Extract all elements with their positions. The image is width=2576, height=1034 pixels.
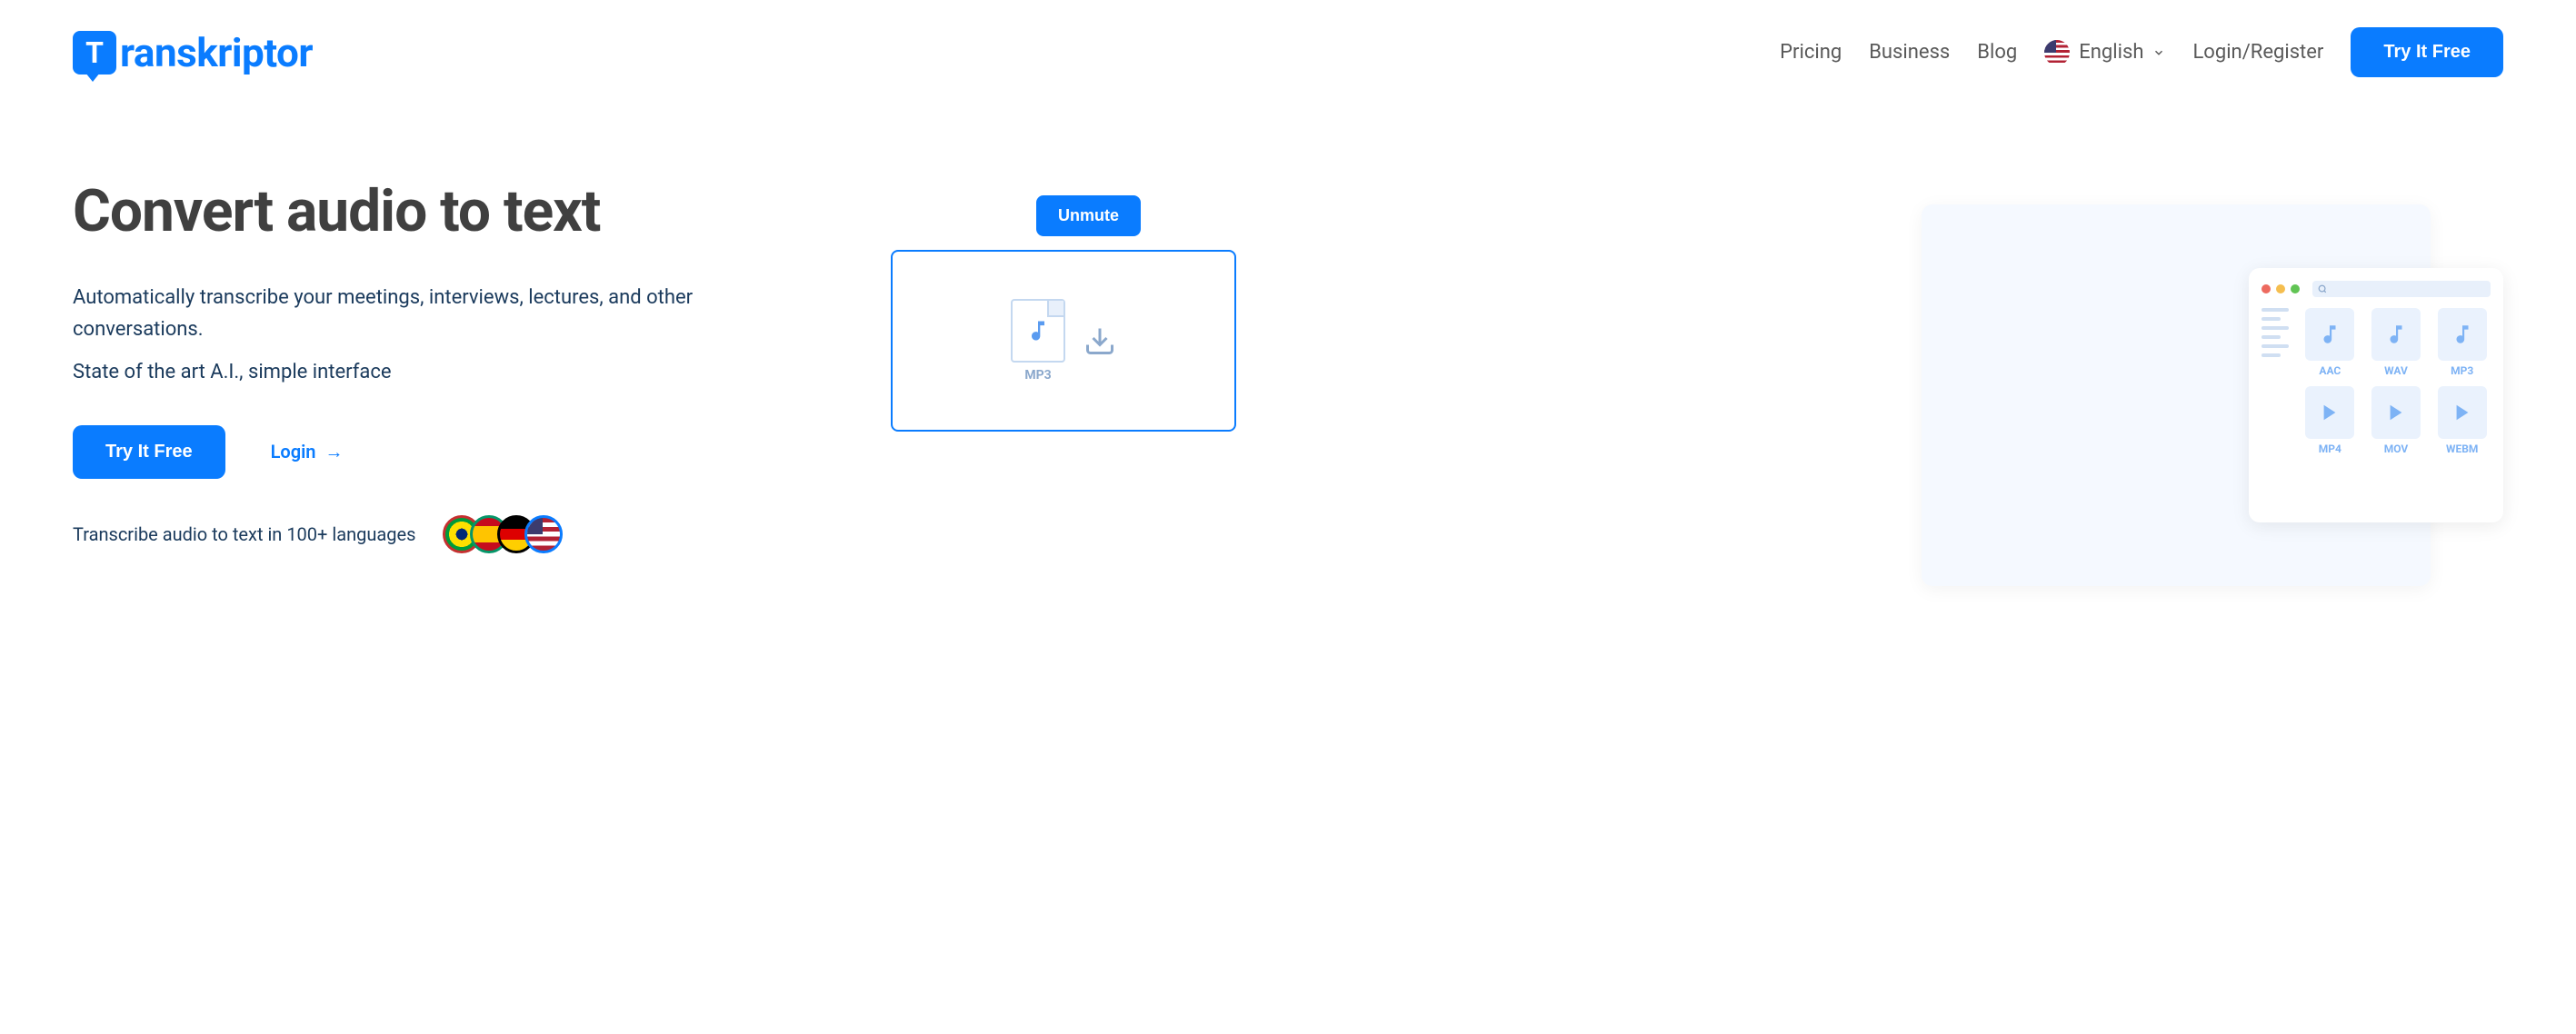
chevron-down-icon xyxy=(2152,46,2165,59)
file-type-label: AAC xyxy=(2319,364,2341,377)
file-type-label: WEBM xyxy=(2446,442,2478,455)
panel-search-bar xyxy=(2312,281,2491,297)
arrow-right-icon: → xyxy=(324,441,343,463)
panel-sidebar xyxy=(2261,308,2289,455)
us-flag-icon xyxy=(524,515,563,553)
sidebar-line xyxy=(2261,344,2289,348)
file-type-label: MP3 xyxy=(2451,364,2473,377)
hero-try-free-button[interactable]: Try It Free xyxy=(73,425,225,479)
unmute-button[interactable]: Unmute xyxy=(1036,195,1141,236)
hero-description-2: State of the art A.I., simple interface xyxy=(73,356,727,388)
hero-section: Convert audio to text Automatically tran… xyxy=(0,104,2576,608)
file-item-mp3: MP3 xyxy=(2433,308,2491,377)
panel-header xyxy=(2261,281,2491,297)
nav-try-free-button[interactable]: Try It Free xyxy=(2351,27,2503,77)
languages-info: Transcribe audio to text in 100+ languag… xyxy=(73,515,727,553)
hero-description-1: Automatically transcribe your meetings, … xyxy=(73,282,727,345)
hero-actions: Try It Free Login → xyxy=(73,425,727,479)
file-item-mp4: MP4 xyxy=(2301,386,2359,455)
hero-title: Convert audio to text xyxy=(73,177,727,245)
file-thumb xyxy=(2438,386,2487,439)
file-item-wav: WAV xyxy=(2368,308,2425,377)
music-note-icon xyxy=(2451,323,2474,346)
file-box xyxy=(1011,299,1065,363)
flag-stack xyxy=(443,515,563,553)
language-selector[interactable]: English xyxy=(2044,40,2165,65)
hero-illustration: Unmute MP3 xyxy=(782,177,2503,553)
brand-name: ranskriptor xyxy=(120,29,313,76)
panel-body: AAC WAV MP3 xyxy=(2261,308,2491,455)
logo-icon: T xyxy=(73,31,116,75)
file-thumb xyxy=(2371,386,2421,439)
main-nav: Pricing Business Blog English Login/Regi… xyxy=(1780,27,2503,77)
upload-drop-zone: MP3 xyxy=(891,250,1236,432)
music-note-icon xyxy=(1025,318,1051,343)
file-thumb xyxy=(2305,386,2354,439)
us-flag-icon xyxy=(2044,40,2070,65)
nav-blog[interactable]: Blog xyxy=(1977,41,2017,64)
login-label: Login xyxy=(271,441,316,462)
file-grid: AAC WAV MP3 xyxy=(2301,308,2491,455)
search-icon xyxy=(2318,284,2327,293)
hero-login-link[interactable]: Login → xyxy=(271,441,344,463)
languages-text: Transcribe audio to text in 100+ languag… xyxy=(73,523,415,545)
window-close-icon xyxy=(2261,284,2271,293)
window-minimize-icon xyxy=(2276,284,2285,293)
language-label: English xyxy=(2079,41,2143,64)
play-icon xyxy=(2320,403,2340,423)
brand-logo[interactable]: T ranskriptor xyxy=(73,29,313,76)
nav-pricing[interactable]: Pricing xyxy=(1780,41,1842,64)
header: T ranskriptor Pricing Business Blog Engl… xyxy=(0,0,2576,104)
file-item-aac: AAC xyxy=(2301,308,2359,377)
nav-business[interactable]: Business xyxy=(1869,41,1950,64)
file-item-mov: MOV xyxy=(2368,386,2425,455)
file-item-webm: WEBM xyxy=(2433,386,2491,455)
window-maximize-icon xyxy=(2291,284,2300,293)
music-note-icon xyxy=(2384,323,2408,346)
file-type-label: WAV xyxy=(2384,364,2408,377)
play-icon xyxy=(2452,403,2472,423)
file-thumb xyxy=(2438,308,2487,361)
mp3-file-icon: MP3 xyxy=(1011,299,1065,383)
file-browser-panel: AAC WAV MP3 xyxy=(2249,268,2503,522)
mp3-label: MP3 xyxy=(1024,368,1051,383)
hero-content: Convert audio to text Automatically tran… xyxy=(73,177,727,553)
download-icon xyxy=(1083,324,1116,357)
music-note-icon xyxy=(2318,323,2341,346)
sidebar-line xyxy=(2261,308,2289,312)
file-thumb xyxy=(2305,308,2354,361)
play-icon xyxy=(2386,403,2406,423)
nav-login-register[interactable]: Login/Register xyxy=(2192,41,2323,64)
file-type-label: MOV xyxy=(2384,442,2409,455)
file-type-label: MP4 xyxy=(2319,442,2341,455)
file-thumb xyxy=(2371,308,2421,361)
sidebar-line xyxy=(2261,353,2281,357)
sidebar-line xyxy=(2261,335,2281,339)
logo-letter: T xyxy=(85,35,104,70)
sidebar-line xyxy=(2261,326,2289,330)
sidebar-line xyxy=(2261,317,2281,321)
